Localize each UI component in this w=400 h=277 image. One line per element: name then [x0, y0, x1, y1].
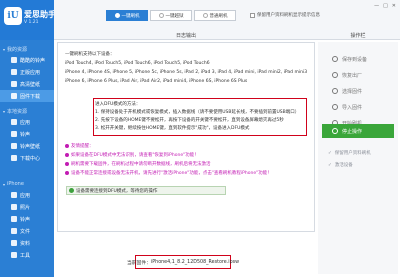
import-icon: [332, 104, 338, 110]
tip-line: 刷机需要下载固件，在刷机过程中请勿断开数据线，刷机后将无法激活: [65, 161, 211, 167]
tip-bullet-icon: [65, 170, 69, 175]
dfu-title: 进入DFU模式的方法：: [95, 102, 141, 107]
sidebar-item-firmware[interactable]: 固件下载: [0, 90, 54, 102]
window-controls: — □ ✕: [374, 3, 396, 9]
sidebar-item-iphone-ringtones[interactable]: 铃声: [0, 213, 54, 225]
sidebar-item-wallpapers[interactable]: 高清壁纸: [0, 78, 54, 90]
photo-icon: [11, 204, 17, 210]
app-name: 爱思助手: [24, 10, 56, 19]
current-firmware: 当前固件： iPhone4,1_8.2_12D508_Restore.ipsw: [127, 255, 239, 269]
activate-link[interactable]: ✓ 激活设备: [328, 162, 353, 169]
sidebar-item-downloads[interactable]: 下载中心: [0, 152, 54, 164]
tip-bullet-icon: [65, 143, 69, 148]
op-factory-reset-button[interactable]: 恢复出厂: [322, 68, 394, 82]
mode-normal-flash[interactable]: 普通刷机: [194, 10, 236, 21]
select-icon: [332, 88, 338, 94]
op-backup-button[interactable]: 保存到设备: [322, 52, 394, 66]
close-icon[interactable]: ✕: [392, 3, 396, 9]
log-device-line: iPhone 4, iPhone 4S, iPhone 5, iPhone 5c…: [65, 70, 308, 75]
data-icon: [11, 240, 17, 246]
mode-one-click-flash[interactable]: 一键刷机: [106, 10, 148, 21]
log-panel: —键刷机支持以下设备： iPod Touch4, iPod Touch5, iP…: [57, 42, 315, 232]
folder-icon: ▾: [3, 46, 6, 52]
sidebar-item-iphone-photos[interactable]: 照片: [0, 201, 54, 213]
tip-bullet-icon: [65, 161, 69, 166]
log-device-line: iPhone 6, iPhone 6 Plus, iPad Air, iPad …: [65, 79, 248, 84]
op-import-firmware-button[interactable]: 导入固件: [322, 100, 394, 114]
phone-icon: ▾: [3, 181, 6, 187]
radio-icon: [158, 13, 164, 18]
section-my-resources: ▾ 我的资源: [3, 46, 28, 53]
log-header: 日志输出: [175, 33, 196, 39]
section-iphone: ▾ iPhone: [3, 181, 24, 187]
ops-header: 操作栏: [350, 33, 366, 39]
sidebar-item-ringtones[interactable]: 酷酷的铃声: [0, 54, 54, 66]
apps-icon: [11, 69, 17, 75]
radio-icon: [114, 13, 120, 18]
section-local-resources: ▾ 本地资源: [3, 108, 28, 115]
tools-icon: [11, 252, 17, 258]
checkbox-icon: [250, 12, 255, 18]
log-device-line: iPod Touch4, iPod Touch5, iPod Touch6, i…: [65, 61, 210, 66]
check-icon: ✓: [328, 162, 332, 168]
log-intro: —键刷机支持以下设备：: [65, 52, 115, 57]
apps-icon: [11, 119, 17, 125]
tip-line: 如果设备在DFU模式中无法识别，请查看"恢复到iPhone"功能！: [65, 152, 199, 158]
sidebar-item-iphone-files[interactable]: 文件: [0, 225, 54, 237]
info-icon: [69, 188, 74, 193]
reset-icon: [332, 72, 338, 78]
dfu-step: 2. 先按下设备的HOME键不要松开，再按下设备的开关键不要松开，直到设备屏幕熄…: [95, 118, 284, 123]
tips-title: 友情提醒：: [65, 143, 94, 149]
folder-icon: ▾: [3, 108, 6, 114]
tip-bullet-icon: [65, 152, 69, 157]
apps-icon: [11, 192, 17, 198]
image-icon: [11, 81, 17, 87]
keep-data-checkbox[interactable]: 保留用户资料刷机显示提示信息: [250, 12, 320, 18]
minimize-icon[interactable]: —: [374, 3, 379, 9]
sidebar: iU 爱思助手 V 1.21 ▾ 我的资源 酷酷的铃声 正版应用 高清壁纸 固件…: [0, 0, 56, 277]
dfu-status-bar: 设备需要连接到DFU模式，等待您的操作: [66, 186, 226, 195]
firmware-icon: [11, 93, 17, 99]
sidebar-item-iphone-data[interactable]: 资料: [0, 237, 54, 249]
image-icon: [11, 143, 17, 149]
sidebar-item-iphone-tools[interactable]: 工具: [0, 249, 54, 261]
bell-icon: [11, 57, 17, 63]
sidebar-item-local-ringtones[interactable]: 铃声: [0, 128, 54, 140]
sidebar-item-local-wallpapers[interactable]: 铃声壁纸: [0, 140, 54, 152]
tip-line: 设备不能正常连接或设备无法开机，请先进行"激活iPhone"功能，点击"查看刷机…: [65, 170, 272, 176]
radio-icon: [202, 13, 208, 18]
sidebar-item-iphone-apps[interactable]: 应用: [0, 189, 54, 201]
mode-one-click-jailbreak[interactable]: 一键越狱: [150, 10, 192, 21]
check-icon: ✓: [328, 150, 332, 156]
bell-icon: [11, 131, 17, 137]
dfu-step: 1. 保持设备处于开机模式或恢复模式，插入数据线（请不要使用USB延长线，不要插…: [95, 110, 300, 115]
sidebar-item-apps[interactable]: 正版应用: [0, 66, 54, 78]
ops-panel: 保存到设备 恢复出厂 选择固件 导入固件 开始刷机 停止操作 ✓保留用户资料刷机…: [318, 42, 398, 274]
file-icon: [11, 228, 17, 234]
brand-header: iU 爱思助手 V 1.21: [0, 0, 56, 40]
op-select-firmware-button[interactable]: 选择固件: [322, 84, 394, 98]
dfu-step: 3. 松开开关键，继续按住HOME键，直到软件提示"成功"，设备进入DFU模式: [95, 126, 250, 131]
keep-data-link[interactable]: ✓ 保留用户资料刷机: [328, 150, 371, 157]
sidebar-item-local-apps[interactable]: 应用: [0, 116, 54, 128]
maximize-icon[interactable]: □: [383, 3, 388, 9]
app-logo: iU: [4, 7, 22, 25]
bell-icon: [11, 216, 17, 222]
backup-icon: [332, 56, 338, 62]
op-stop-button[interactable]: 停止操作: [322, 124, 394, 138]
app-version: V 1.21: [24, 20, 39, 25]
download-icon: [11, 155, 17, 161]
stop-icon: [332, 128, 338, 134]
